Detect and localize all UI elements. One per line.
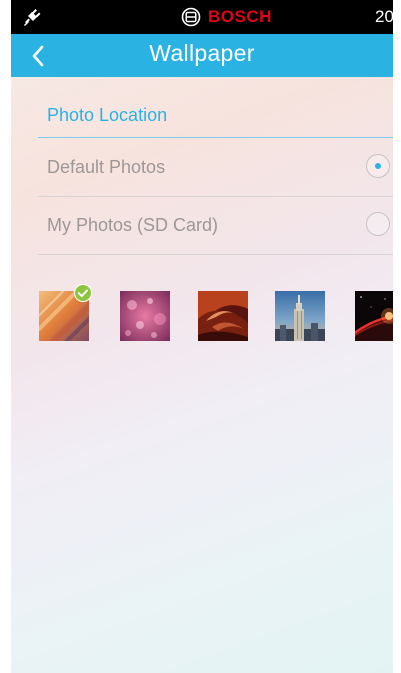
radio-button[interactable] [366, 212, 390, 236]
thumbnail-planet-sunrise[interactable] [355, 291, 393, 341]
option-label: My Photos (SD Card) [47, 215, 219, 235]
thumbnail-red-canyon[interactable] [198, 291, 248, 341]
radio-button-selected[interactable] [366, 154, 390, 178]
header-bar: Wallpaper [11, 34, 393, 77]
wallpaper-thumbnails [11, 290, 393, 342]
section-divider [38, 137, 393, 138]
bosch-logo: BOSCH [181, 7, 272, 27]
section-title-photo-location: Photo Location [47, 105, 168, 125]
option-label: Default Photos [47, 157, 166, 177]
check-icon [74, 284, 92, 302]
radio-dot [374, 162, 381, 169]
status-bar: BOSCH 20 [11, 0, 393, 34]
wallpaper-screen: BOSCH 20 Wallpaper Photo Location Defaul… [11, 0, 393, 673]
thumbnail-city-skyscraper[interactable] [275, 291, 325, 341]
plug-icon [24, 9, 41, 26]
brand-name: BOSCH [208, 7, 272, 26]
bosch-logo-icon [181, 7, 201, 27]
row-divider [38, 196, 393, 197]
status-time: 20 [375, 7, 393, 26]
option-my-photos-sd-card[interactable]: My Photos (SD Card) [38, 198, 393, 254]
thumbnail-pink-bokeh[interactable] [120, 291, 170, 341]
option-default-photos[interactable]: Default Photos [38, 140, 393, 196]
page-title: Wallpaper [149, 40, 255, 66]
row-divider [38, 254, 393, 255]
